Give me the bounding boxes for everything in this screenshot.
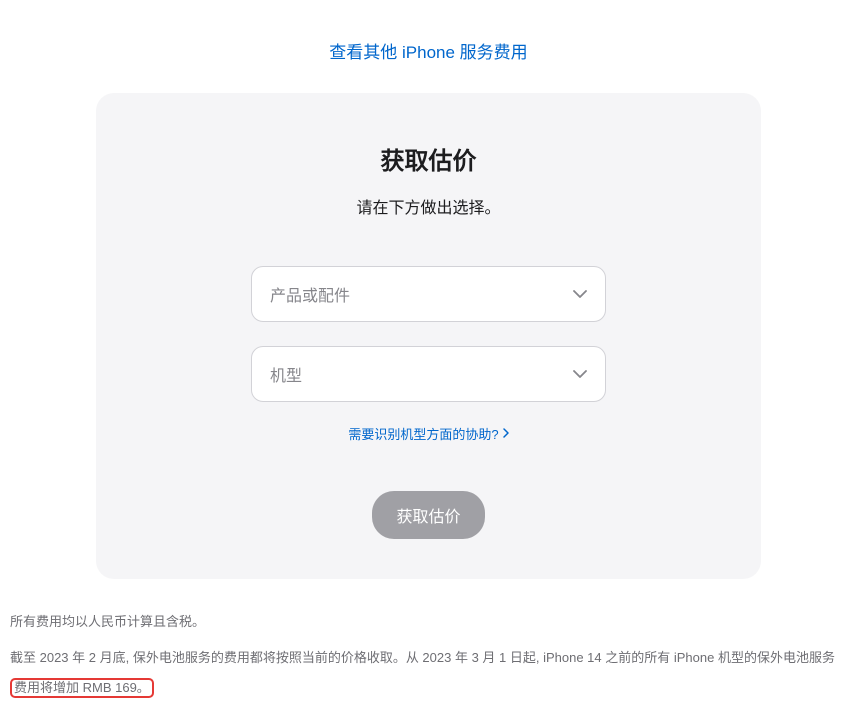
get-estimate-button[interactable]: 获取估价 — [372, 491, 484, 539]
product-select[interactable]: 产品或配件 — [251, 266, 606, 322]
chevron-right-icon — [503, 426, 509, 441]
model-select-wrapper: 机型 — [251, 346, 606, 402]
top-link-container: 查看其他 iPhone 服务费用 — [0, 0, 857, 93]
help-link-label: 需要识别机型方面的协助? — [348, 424, 498, 443]
product-select-wrapper: 产品或配件 — [251, 266, 606, 322]
product-select-placeholder: 产品或配件 — [270, 282, 350, 306]
help-identify-link[interactable]: 需要识别机型方面的协助? — [348, 424, 508, 443]
footer-notes: 所有费用均以人民币计算且含税。 截至 2023 年 2 月底, 保外电池服务的费… — [0, 579, 857, 703]
chevron-down-icon — [573, 285, 587, 303]
card-title: 获取估价 — [136, 141, 721, 176]
card-subtitle: 请在下方做出选择。 — [136, 194, 721, 218]
other-services-link[interactable]: 查看其他 iPhone 服务费用 — [329, 43, 527, 62]
submit-row: 获取估价 — [136, 491, 721, 539]
model-select-placeholder: 机型 — [270, 362, 302, 386]
footer-line2: 截至 2023 年 2 月底, 保外电池服务的费用都将按照当前的价格收取。从 2… — [10, 643, 847, 703]
model-select[interactable]: 机型 — [251, 346, 606, 402]
chevron-down-icon — [573, 365, 587, 383]
price-increase-highlight: 费用将增加 RMB 169。 — [10, 678, 154, 698]
footer-line1: 所有费用均以人民币计算且含税。 — [10, 607, 847, 637]
estimate-card: 获取估价 请在下方做出选择。 产品或配件 机型 需要识别机型方面的协助? 获取估… — [96, 93, 761, 579]
